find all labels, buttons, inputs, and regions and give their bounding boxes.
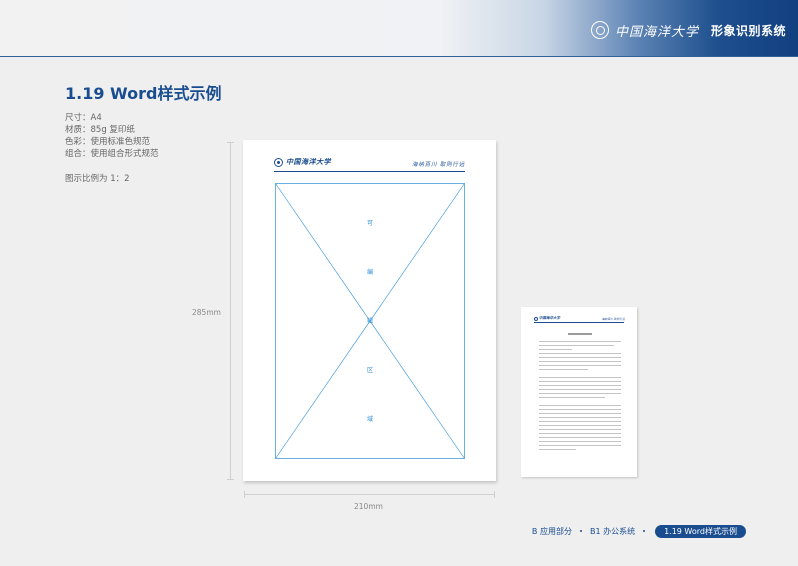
editable-area: 可 编 辑 区 域: [275, 183, 465, 459]
text-line: [539, 392, 621, 394]
text-line: [539, 396, 605, 398]
sample-body-text: [539, 329, 621, 453]
brand-name: 中国海洋大学: [614, 24, 699, 40]
breadcrumb: B 应用部分 B1 办公系统 1.19 Word样式示例: [532, 524, 746, 538]
text-line: [539, 408, 621, 410]
breadcrumb-separator: [643, 530, 646, 532]
spec-list: 尺寸：A4 材质：85g 复印纸 色彩：使用标准色规范 组合：使用组合形式规范: [65, 112, 159, 160]
editable-area-char: 可: [366, 220, 373, 227]
spec-material: 材质：85g 复印纸: [65, 125, 135, 135]
breadcrumb-section[interactable]: B 应用部分: [532, 526, 572, 537]
text-line: [539, 341, 621, 343]
text-line: [539, 360, 621, 363]
word-template-sample: 中国海洋大学 海纳百川 取则行远: [521, 307, 637, 477]
sample-heading: [568, 333, 592, 335]
text-line: [539, 416, 621, 418]
scale-note: 图示比例为 1：2: [65, 174, 130, 184]
text-line: [539, 404, 621, 406]
width-dimension-tick-left: [244, 491, 245, 498]
text-line: [539, 384, 621, 387]
university-seal-icon: [590, 21, 609, 39]
breadcrumb-current: 1.19 Word样式示例: [655, 524, 746, 538]
sample-motto: 海纳百川 取则行远: [601, 317, 625, 321]
text-line: [539, 344, 615, 347]
header-divider: [0, 56, 798, 57]
text-line: [539, 348, 572, 351]
editable-area-char: 域: [366, 416, 373, 423]
height-dimension-tick-bottom: [227, 479, 234, 480]
text-line: [539, 356, 621, 359]
text-line: [539, 436, 621, 438]
width-dimension-label: 210mm: [354, 502, 383, 511]
text-line: [539, 368, 589, 371]
brand-logo: 中国海洋大学 形象识别系统: [590, 18, 786, 42]
university-seal-icon: [274, 157, 283, 167]
sample-header-rule: [534, 322, 624, 323]
word-template-large: 中国海洋大学 海纳百川 取则行远 可 编 辑 区 域: [243, 140, 496, 481]
spec-color: 色彩：使用标准色规范: [65, 137, 151, 147]
height-dimension-line: [230, 142, 231, 480]
text-line: [539, 376, 621, 379]
text-line: [539, 412, 621, 414]
text-line: [539, 428, 621, 430]
breadcrumb-subsection[interactable]: B1 办公系统: [590, 526, 635, 537]
template-logo-text: 中国海洋大学: [286, 157, 331, 166]
template-motto: 海纳百川 取则行远: [412, 162, 465, 168]
text-line: [539, 352, 621, 355]
text-line: [539, 388, 621, 391]
height-dimension-label: 285mm: [192, 308, 221, 317]
width-dimension-tick-right: [494, 491, 495, 498]
text-line: [539, 432, 621, 434]
spec-combination: 组合：使用组合形式规范: [65, 149, 159, 159]
editable-area-char: 编: [366, 269, 373, 276]
text-line: [539, 424, 621, 426]
breadcrumb-separator: [579, 530, 582, 532]
vi-system-title: 形象识别系统: [710, 23, 786, 38]
text-line: [539, 364, 621, 367]
text-line: [539, 380, 621, 383]
editable-area-char: 区: [366, 367, 373, 374]
width-dimension-line: [244, 494, 495, 495]
text-line: [539, 440, 621, 442]
university-seal-icon: [534, 316, 538, 321]
height-dimension-tick-top: [227, 142, 234, 143]
template-header-rule: [274, 171, 465, 172]
page-title: 1.19 Word样式示例: [65, 84, 222, 103]
spec-size: 尺寸：A4: [65, 113, 102, 123]
sample-logo: 中国海洋大学: [534, 316, 560, 321]
text-line: [539, 420, 621, 422]
text-line: [539, 444, 621, 446]
template-logo: 中国海洋大学: [274, 157, 331, 167]
sample-logo-text: 中国海洋大学: [539, 316, 560, 320]
editable-area-char: 辑: [366, 318, 373, 325]
text-line: [539, 448, 576, 450]
